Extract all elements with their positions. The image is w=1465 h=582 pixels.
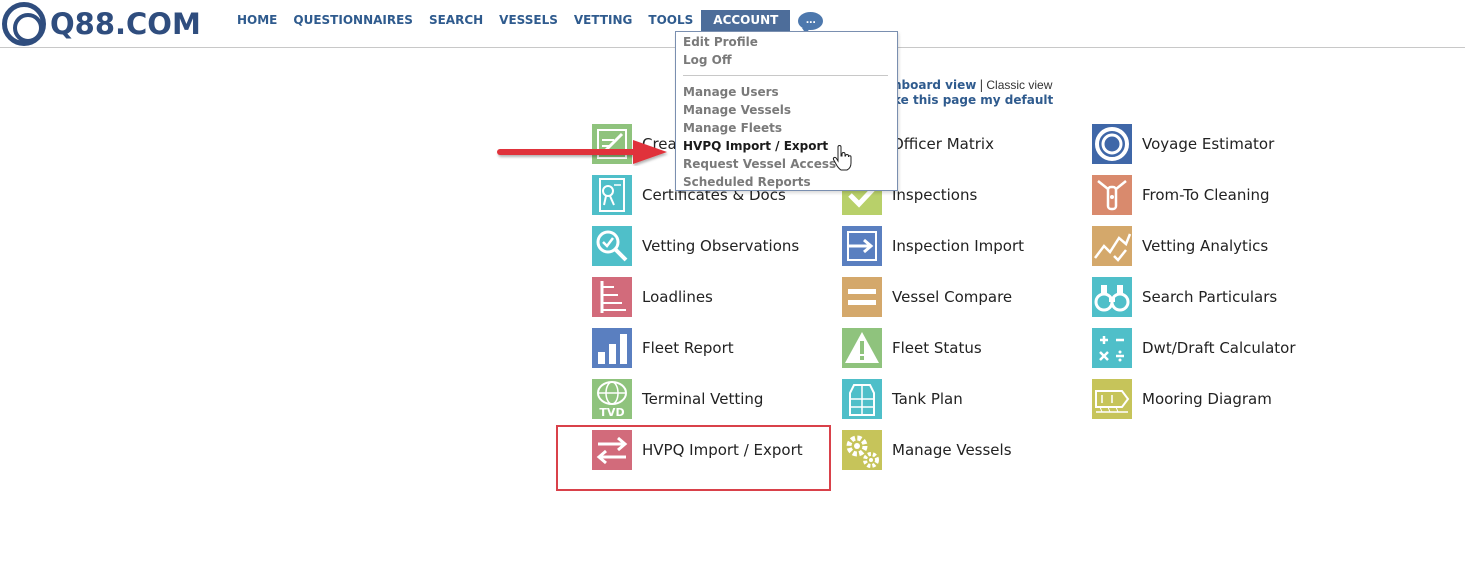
nav-vetting[interactable]: VETTING [566, 10, 641, 31]
certificate-icon [592, 175, 632, 215]
menu-hvpq-import-export[interactable]: HVPQ Import / Export [683, 137, 828, 155]
nav-questionnaires[interactable]: QUESTIONNAIRES [285, 10, 421, 31]
globe-tvd-icon: TVD [592, 379, 632, 419]
tile-inspection-import[interactable]: Inspection Import [842, 226, 1024, 266]
nav-vessels[interactable]: VESSELS [491, 10, 566, 31]
q88-logo[interactable]: Q88.COM [2, 2, 201, 46]
menu-manage-users[interactable]: Manage Users [683, 83, 779, 101]
tile-label: Search Particulars [1142, 288, 1278, 306]
magnifier-check-icon [592, 226, 632, 266]
logo-ring-icon [2, 2, 46, 46]
main-nav: HOME QUESTIONNAIRES SEARCH VESSELS VETTI… [229, 10, 824, 34]
mooring-diagram-icon [1092, 379, 1132, 419]
tile-label: Voyage Estimator [1142, 135, 1275, 153]
view-links: nboard view | Classic view ke this page my… [893, 78, 1053, 108]
tile-terminal-vetting[interactable]: TVD Terminal Vetting [592, 379, 763, 419]
view-separator: | [979, 78, 984, 92]
tile-label: Inspection Import [892, 237, 1025, 255]
menu-edit-profile[interactable]: Edit Profile [683, 33, 758, 51]
tile-loadlines[interactable]: Loadlines [592, 277, 713, 317]
menu-manage-fleets[interactable]: Manage Fleets [683, 119, 782, 137]
tank-plan-icon [842, 379, 882, 419]
bar-chart-icon [592, 328, 632, 368]
tile-from-to-cleaning[interactable]: From-To Cleaning [1092, 175, 1270, 215]
tile-tank-plan[interactable]: Tank Plan [842, 379, 963, 419]
highlight-box [556, 425, 831, 491]
tile-vessel-compare[interactable]: Vessel Compare [842, 277, 1012, 317]
binoculars-icon [1092, 277, 1132, 317]
tile-mooring-diagram[interactable]: Mooring Diagram [1092, 379, 1272, 419]
trend-line-icon [1092, 226, 1132, 266]
dashboard-view-link[interactable]: nboard view [893, 78, 976, 92]
nav-home[interactable]: HOME [229, 10, 285, 31]
tile-label: Fleet Status [892, 339, 982, 357]
tile-label: Inspections [892, 186, 978, 204]
page: Q88.COM HOME QUESTIONNAIRES SEARCH VESSE… [0, 0, 1465, 582]
hand-cursor-icon [832, 145, 852, 171]
tile-search-particulars[interactable]: Search Particulars [1092, 277, 1277, 317]
loadline-icon [592, 277, 632, 317]
menu-manage-vessels[interactable]: Manage Vessels [683, 101, 791, 119]
tile-voyage-estimator[interactable]: Voyage Estimator [1092, 124, 1274, 164]
equals-icon [842, 277, 882, 317]
nav-tools[interactable]: TOOLS [640, 10, 701, 31]
tile-label: Vessel Compare [892, 288, 1013, 306]
tile-fleet-status[interactable]: Fleet Status [842, 328, 982, 368]
tile-vetting-analytics[interactable]: Vetting Analytics [1092, 226, 1268, 266]
tile-label: Mooring Diagram [1142, 390, 1272, 408]
tvd-text: TVD [599, 406, 624, 419]
tile-label: Fleet Report [642, 339, 734, 357]
tile-label: From-To Cleaning [1142, 186, 1270, 204]
gears-icon [842, 430, 882, 470]
menu-request-vessel-access[interactable]: Request Vessel Access [683, 155, 836, 173]
tile-dwt-draft-calculator[interactable]: Dwt/Draft Calculator [1092, 328, 1296, 368]
tile-label: Terminal Vetting [642, 390, 764, 408]
account-dropdown-menu: Edit Profile Log Off Manage Users Manage… [675, 31, 898, 191]
tile-vetting-observations[interactable]: Vetting Observations [592, 226, 799, 266]
tile-label: Dwt/Draft Calculator [1142, 339, 1296, 357]
calculator-icon [1092, 328, 1132, 368]
nav-search[interactable]: SEARCH [421, 10, 491, 31]
cleaning-icon [1092, 175, 1132, 215]
warning-icon [842, 328, 882, 368]
import-arrow-icon [842, 226, 882, 266]
tile-manage-vessels[interactable]: Manage Vessels [842, 430, 1012, 470]
menu-log-off[interactable]: Log Off [683, 51, 732, 69]
make-default-link[interactable]: ke this page my default [893, 93, 1053, 107]
more-chat-icon[interactable]: ... [798, 11, 824, 34]
logo-text: Q88.COM [50, 7, 201, 41]
tile-label: Tank Plan [892, 390, 963, 408]
tile-label: Vetting Analytics [1142, 237, 1269, 255]
tile-label: Vetting Observations [642, 237, 800, 255]
nav-account[interactable]: ACCOUNT [701, 10, 791, 31]
classic-view-link[interactable]: Classic view [986, 78, 1052, 92]
tile-label: Manage Vessels [892, 441, 1012, 459]
menu-divider [683, 75, 888, 76]
annotation-arrow [497, 140, 667, 164]
tile-label: Officer Matrix [892, 135, 994, 153]
tile-fleet-report[interactable]: Fleet Report [592, 328, 734, 368]
tile-label: Loadlines [642, 288, 713, 306]
voyage-ring-icon [1092, 124, 1132, 164]
menu-scheduled-reports[interactable]: Scheduled Reports [683, 173, 811, 191]
